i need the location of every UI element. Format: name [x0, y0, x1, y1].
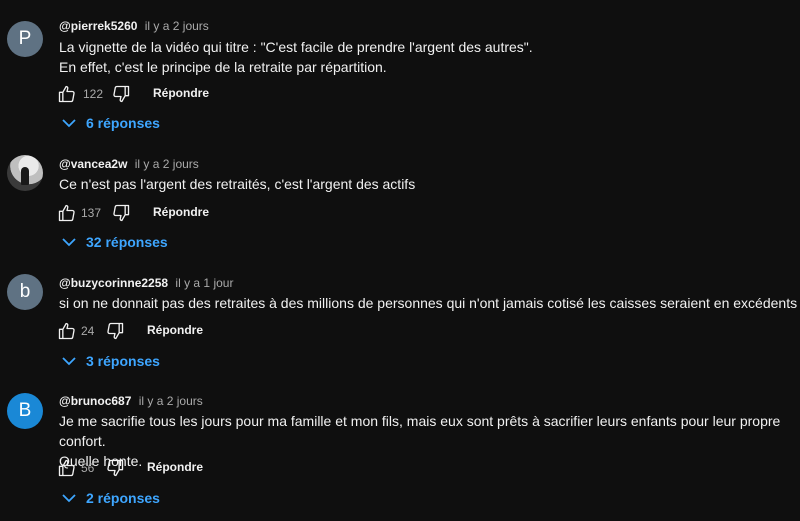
- avatar[interactable]: B: [7, 393, 43, 429]
- comment-line: Je me sacrifie tous les jours pour ma fa…: [59, 413, 781, 449]
- thumb-down-icon: [107, 459, 124, 477]
- comment-header: @brunoc687 il y a 2 jours: [59, 394, 203, 408]
- like-count: 56: [81, 461, 95, 475]
- thumb-up-icon: [58, 459, 75, 477]
- timestamp[interactable]: il y a 2 jours: [139, 394, 203, 408]
- replies-count: 2 réponses: [86, 490, 160, 506]
- comment-actions: 56 Répondre: [57, 458, 357, 478]
- dislike-button[interactable]: [105, 458, 125, 478]
- comment-thread: B @brunoc687 il y a 2 jours Je me sacrif…: [0, 0, 800, 521]
- reply-button[interactable]: Répondre: [147, 460, 203, 474]
- chevron-down-icon: [62, 494, 76, 503]
- author-name[interactable]: @brunoc687: [59, 394, 131, 408]
- like-button[interactable]: [57, 458, 77, 478]
